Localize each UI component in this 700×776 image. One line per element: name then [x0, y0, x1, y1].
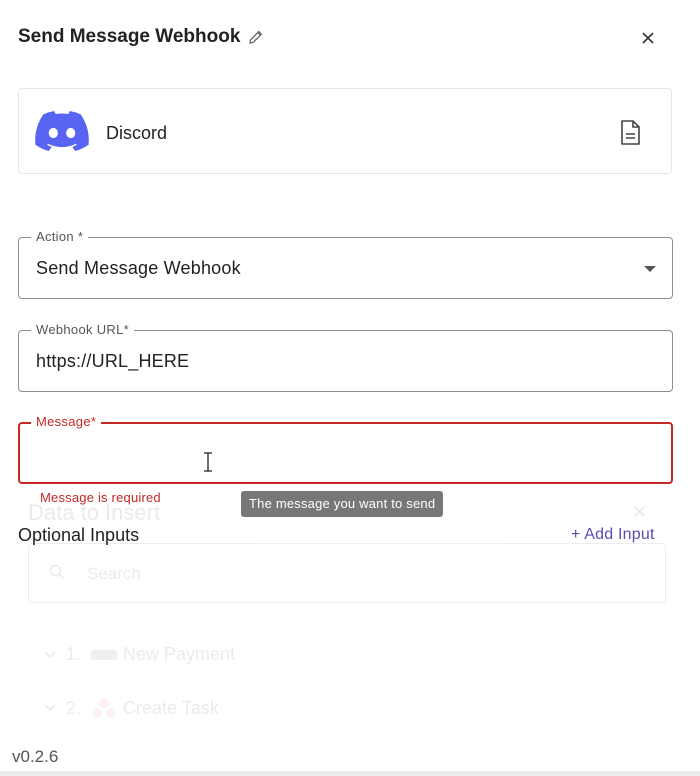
message-label: Message* [31, 414, 102, 429]
dialog-title: Send Message Webhook [18, 26, 264, 48]
pencil-icon[interactable] [248, 29, 264, 45]
stripe-icon [91, 649, 118, 660]
message-field[interactable]: Message* [18, 414, 673, 484]
panel-close-icon: ✕ [632, 502, 648, 522]
panel-list-item: 2. Create Task [44, 697, 219, 719]
chevron-down-icon [44, 704, 56, 712]
webhook-url-field[interactable]: Webhook URL* https://URL_HERE [18, 322, 673, 392]
app-name: Discord [106, 123, 168, 143]
panel-search-placeholder: Search [87, 564, 141, 583]
close-icon[interactable] [636, 26, 660, 50]
action-value: Send Message Webhook [36, 258, 241, 278]
panel-item-index: 2. [66, 697, 82, 718]
asana-icon [91, 697, 117, 719]
webhook-url-value[interactable]: https://URL_HERE [36, 351, 189, 372]
dialog-title-text: Send Message Webhook [18, 26, 241, 47]
search-icon [49, 564, 65, 580]
panel-item-index: 1. [66, 644, 82, 664]
panel-list-item: 1. New Payment [44, 644, 235, 665]
add-input-button[interactable]: + Add Input [571, 526, 655, 544]
dropdown-caret-icon[interactable] [644, 266, 656, 272]
panel-item-label: New Payment [123, 644, 236, 664]
bottom-divider [0, 771, 700, 776]
version-label: v0.2.6 [12, 747, 59, 766]
action-select[interactable]: Action * Send Message Webhook [18, 229, 673, 299]
optional-inputs-heading: Optional Inputs [18, 525, 140, 545]
discord-logo-icon [35, 111, 89, 151]
action-label: Action * [31, 229, 89, 244]
panel-item-label: Create Task [123, 697, 219, 718]
app-card[interactable]: Discord [18, 88, 672, 174]
chevron-down-icon [44, 650, 56, 659]
text-cursor-icon [204, 452, 212, 472]
webhook-url-label: Webhook URL* [31, 322, 134, 337]
message-tooltip: The message you want to send [241, 491, 444, 517]
panel-search-input: Search [28, 543, 666, 603]
document-icon[interactable] [619, 120, 641, 146]
message-error-text: Message is required [40, 490, 161, 505]
